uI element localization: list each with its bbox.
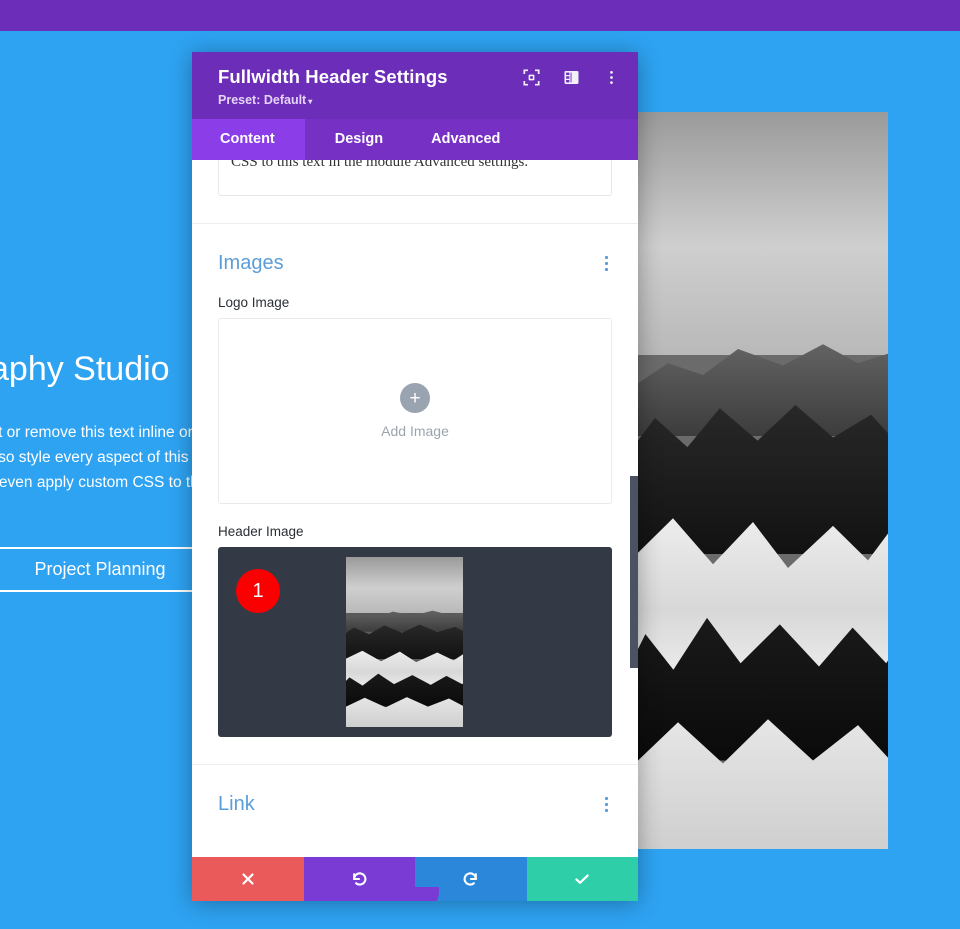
modal-title: Fullwidth Header Settings (218, 66, 448, 87)
hero-title: aphy Studio (0, 350, 170, 388)
hero-body-line: . (0, 496, 200, 521)
modal-header: Fullwidth Header Settings Preset: Defaul… (192, 52, 638, 119)
modal-body: CSS to this text in the module Advanced … (192, 160, 638, 857)
header-image-label: Header Image (218, 524, 304, 539)
modal-scrollbar-thumb[interactable] (630, 476, 638, 668)
logo-image-dropzone[interactable]: + Add Image (218, 318, 612, 504)
hero-background-photo (638, 112, 888, 849)
cancel-button[interactable] (192, 857, 304, 901)
truncated-text-field[interactable]: CSS to this text in the module Advanced … (218, 160, 612, 196)
hero-body-line: also style every aspect of this c (0, 449, 201, 467)
truncated-text-value: CSS to this text in the module Advanced … (231, 160, 529, 170)
add-image-label: Add Image (381, 423, 449, 439)
hero-body: dit or remove this text inline or also s… (0, 420, 201, 521)
fullscreen-icon[interactable] (523, 69, 540, 86)
preset-label: Preset: Default (218, 93, 307, 107)
section-options-icon[interactable] (601, 252, 612, 275)
kebab-menu-icon[interactable] (603, 69, 620, 86)
tab-design[interactable]: Design (305, 119, 409, 160)
wordpress-admin-bar (0, 0, 960, 31)
preset-selector[interactable]: Preset: Default ▾ (218, 93, 620, 107)
modal-header-actions (523, 66, 620, 86)
project-planning-button[interactable]: Project Planning (0, 547, 206, 592)
hero-body-line: dit or remove this text inline or (0, 423, 193, 441)
section-title-images: Images (218, 252, 284, 274)
modal-footer (192, 857, 638, 901)
tab-content[interactable]: Content (192, 119, 305, 160)
section-options-icon[interactable] (601, 793, 612, 816)
close-icon (242, 873, 254, 885)
fullwidth-header-settings-modal: Fullwidth Header Settings Preset: Defaul… (192, 52, 638, 901)
modal-drag-handle[interactable] (391, 887, 439, 901)
hero-body-line: d even apply custom CSS to th (0, 474, 199, 492)
section-header-images: Images (192, 224, 638, 275)
settings-scroll-area: CSS to this text in the module Advanced … (192, 160, 638, 857)
plus-icon: + (400, 383, 430, 413)
hero-text-block: aphy Studio dit or remove this text inli… (0, 349, 201, 521)
header-image-thumbnail (346, 557, 463, 727)
save-button[interactable] (526, 857, 638, 901)
layout-panel-icon[interactable] (563, 69, 580, 86)
annotation-badge-1: 1 (236, 569, 280, 613)
check-icon (575, 874, 589, 884)
section-title-link: Link (218, 793, 255, 815)
header-image-preview[interactable]: 1 (218, 547, 612, 737)
logo-image-label: Logo Image (218, 295, 290, 310)
section-header-link: Link (192, 765, 638, 816)
tab-advanced[interactable]: Advanced (409, 119, 522, 160)
undo-icon (352, 871, 367, 886)
redo-icon (463, 871, 478, 886)
modal-tab-bar: Content Design Advanced (192, 119, 638, 160)
chevron-down-icon: ▾ (308, 97, 313, 106)
photo-sky (638, 112, 888, 356)
